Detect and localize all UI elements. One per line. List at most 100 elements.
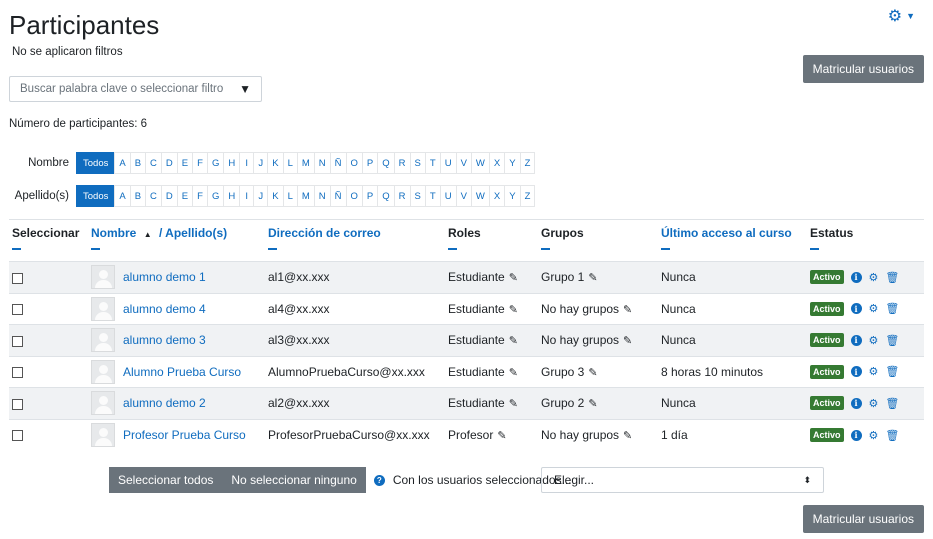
enrol-users-button-bottom[interactable]: Matricular usuarios xyxy=(802,505,924,533)
pencil-icon[interactable]: ✎ xyxy=(588,367,597,379)
last-initial-letter[interactable]: A xyxy=(114,185,131,207)
first-initial-letter[interactable]: C xyxy=(145,152,162,174)
user-name-link[interactable]: alumno demo 4 xyxy=(123,302,206,316)
pencil-icon[interactable]: ✎ xyxy=(509,398,518,410)
sort-by-name-link[interactable]: Nombre xyxy=(91,226,136,240)
last-initial-letter[interactable]: I xyxy=(239,185,255,207)
first-initial-letter[interactable]: W xyxy=(470,152,490,174)
user-name-link[interactable]: Profesor Prueba Curso xyxy=(123,428,246,442)
first-initial-letter[interactable]: E xyxy=(176,152,194,174)
last-initial-letter[interactable]: H xyxy=(223,185,241,207)
last-initial-letter[interactable]: L xyxy=(282,185,298,207)
sort-by-last-access-link[interactable]: Último acceso al curso xyxy=(661,226,792,240)
last-initial-letter[interactable]: W xyxy=(470,185,490,207)
first-initial-letter[interactable]: I xyxy=(239,152,255,174)
pencil-icon[interactable]: ✎ xyxy=(623,304,632,316)
first-initial-letter[interactable]: K xyxy=(267,152,284,174)
first-initial-letter[interactable]: M xyxy=(296,152,315,174)
last-initial-letter[interactable]: U xyxy=(439,185,457,207)
row-checkbox[interactable] xyxy=(12,304,23,316)
first-initial-all[interactable]: Todos xyxy=(76,152,116,174)
last-initial-letter[interactable]: Q xyxy=(377,185,395,207)
cog-icon[interactable]: ⚙ xyxy=(869,397,879,410)
first-initial-letter[interactable]: S xyxy=(409,152,426,174)
last-initial-letter[interactable]: K xyxy=(267,185,284,207)
last-initial-letter[interactable]: O xyxy=(345,185,363,207)
first-initial-letter[interactable]: Q xyxy=(377,152,395,174)
info-icon[interactable]: i xyxy=(850,303,862,315)
page-settings-menu[interactable]: ⚙ ▼ xyxy=(888,6,915,26)
collapse-icon[interactable] xyxy=(541,248,550,250)
last-initial-letter[interactable]: S xyxy=(409,185,426,207)
first-initial-letter[interactable]: J xyxy=(253,152,269,174)
pencil-icon[interactable]: ✎ xyxy=(509,272,518,284)
filter-search-input[interactable]: Buscar palabra clave o seleccionar filtr… xyxy=(9,76,262,102)
first-initial-letter[interactable]: A xyxy=(114,152,131,174)
cog-icon[interactable]: ⚙ xyxy=(869,429,879,442)
row-checkbox[interactable] xyxy=(12,272,23,284)
last-initial-letter[interactable]: P xyxy=(361,185,379,207)
sort-by-lastname-link[interactable]: / Apellido(s) xyxy=(159,226,227,240)
row-checkbox[interactable] xyxy=(12,335,23,347)
first-initial-letter[interactable]: U xyxy=(439,152,457,174)
info-icon[interactable]: i xyxy=(850,397,862,409)
pencil-icon[interactable]: ✎ xyxy=(623,335,632,347)
enrol-users-button[interactable]: Matricular usuarios xyxy=(802,55,924,83)
pencil-icon[interactable]: ✎ xyxy=(509,367,518,379)
last-initial-all[interactable]: Todos xyxy=(76,185,116,207)
user-name-link[interactable]: alumno demo 2 xyxy=(123,396,206,410)
bulk-action-select[interactable]: Elegir... ⬍ xyxy=(541,467,824,493)
sort-by-email-link[interactable]: Dirección de correo xyxy=(268,226,381,240)
first-initial-letter[interactable]: R xyxy=(393,152,411,174)
trash-icon[interactable]: 🗑 xyxy=(885,334,899,347)
cog-icon[interactable]: ⚙ xyxy=(869,334,879,347)
cog-icon[interactable]: ⚙ xyxy=(869,365,879,378)
pencil-icon[interactable]: ✎ xyxy=(588,398,597,410)
pencil-icon[interactable]: ✎ xyxy=(509,304,518,316)
last-initial-letter[interactable]: Ñ xyxy=(329,185,347,207)
user-name-link[interactable]: alumno demo 3 xyxy=(123,333,206,347)
last-initial-letter[interactable]: Y xyxy=(504,185,521,207)
trash-icon[interactable]: 🗑 xyxy=(885,397,899,410)
row-checkbox[interactable] xyxy=(12,430,23,442)
last-initial-letter[interactable]: D xyxy=(160,185,178,207)
row-checkbox[interactable] xyxy=(12,398,23,410)
first-initial-letter[interactable]: L xyxy=(282,152,298,174)
last-initial-letter[interactable]: C xyxy=(145,185,162,207)
first-initial-letter[interactable]: Y xyxy=(504,152,521,174)
first-initial-letter[interactable]: Ñ xyxy=(329,152,347,174)
user-name-link[interactable]: alumno demo 1 xyxy=(123,270,206,284)
collapse-icon[interactable] xyxy=(448,248,457,250)
first-initial-letter[interactable]: X xyxy=(488,152,506,174)
select-all-button[interactable]: Seleccionar todos xyxy=(109,467,223,493)
info-icon[interactable]: i xyxy=(850,271,862,283)
collapse-icon[interactable] xyxy=(661,248,670,250)
first-initial-letter[interactable]: B xyxy=(129,152,147,174)
last-initial-letter[interactable]: J xyxy=(253,185,269,207)
first-initial-letter[interactable]: O xyxy=(345,152,363,174)
last-initial-letter[interactable]: N xyxy=(313,185,331,207)
row-checkbox[interactable] xyxy=(12,367,23,379)
pencil-icon[interactable]: ✎ xyxy=(623,430,632,442)
last-initial-letter[interactable]: R xyxy=(393,185,411,207)
first-initial-letter[interactable]: N xyxy=(313,152,331,174)
collapse-icon[interactable] xyxy=(91,248,100,250)
cog-icon[interactable]: ⚙ xyxy=(869,302,879,315)
first-initial-letter[interactable]: T xyxy=(424,152,441,174)
pencil-icon[interactable]: ✎ xyxy=(497,430,506,442)
collapse-icon[interactable] xyxy=(12,248,21,250)
user-name-link[interactable]: Alumno Prueba Curso xyxy=(123,365,241,379)
collapse-icon[interactable] xyxy=(810,248,819,250)
trash-icon[interactable]: 🗑 xyxy=(885,302,899,315)
cog-icon[interactable]: ⚙ xyxy=(869,271,879,284)
last-initial-letter[interactable]: T xyxy=(424,185,441,207)
first-initial-letter[interactable]: D xyxy=(160,152,178,174)
pencil-icon[interactable]: ✎ xyxy=(588,272,597,284)
first-initial-letter[interactable]: F xyxy=(192,152,208,174)
last-initial-letter[interactable]: F xyxy=(192,185,208,207)
trash-icon[interactable]: 🗑 xyxy=(885,271,899,284)
first-initial-letter[interactable]: G xyxy=(206,152,225,174)
collapse-icon[interactable] xyxy=(268,248,277,250)
last-initial-letter[interactable]: G xyxy=(206,185,225,207)
last-initial-letter[interactable]: B xyxy=(129,185,147,207)
